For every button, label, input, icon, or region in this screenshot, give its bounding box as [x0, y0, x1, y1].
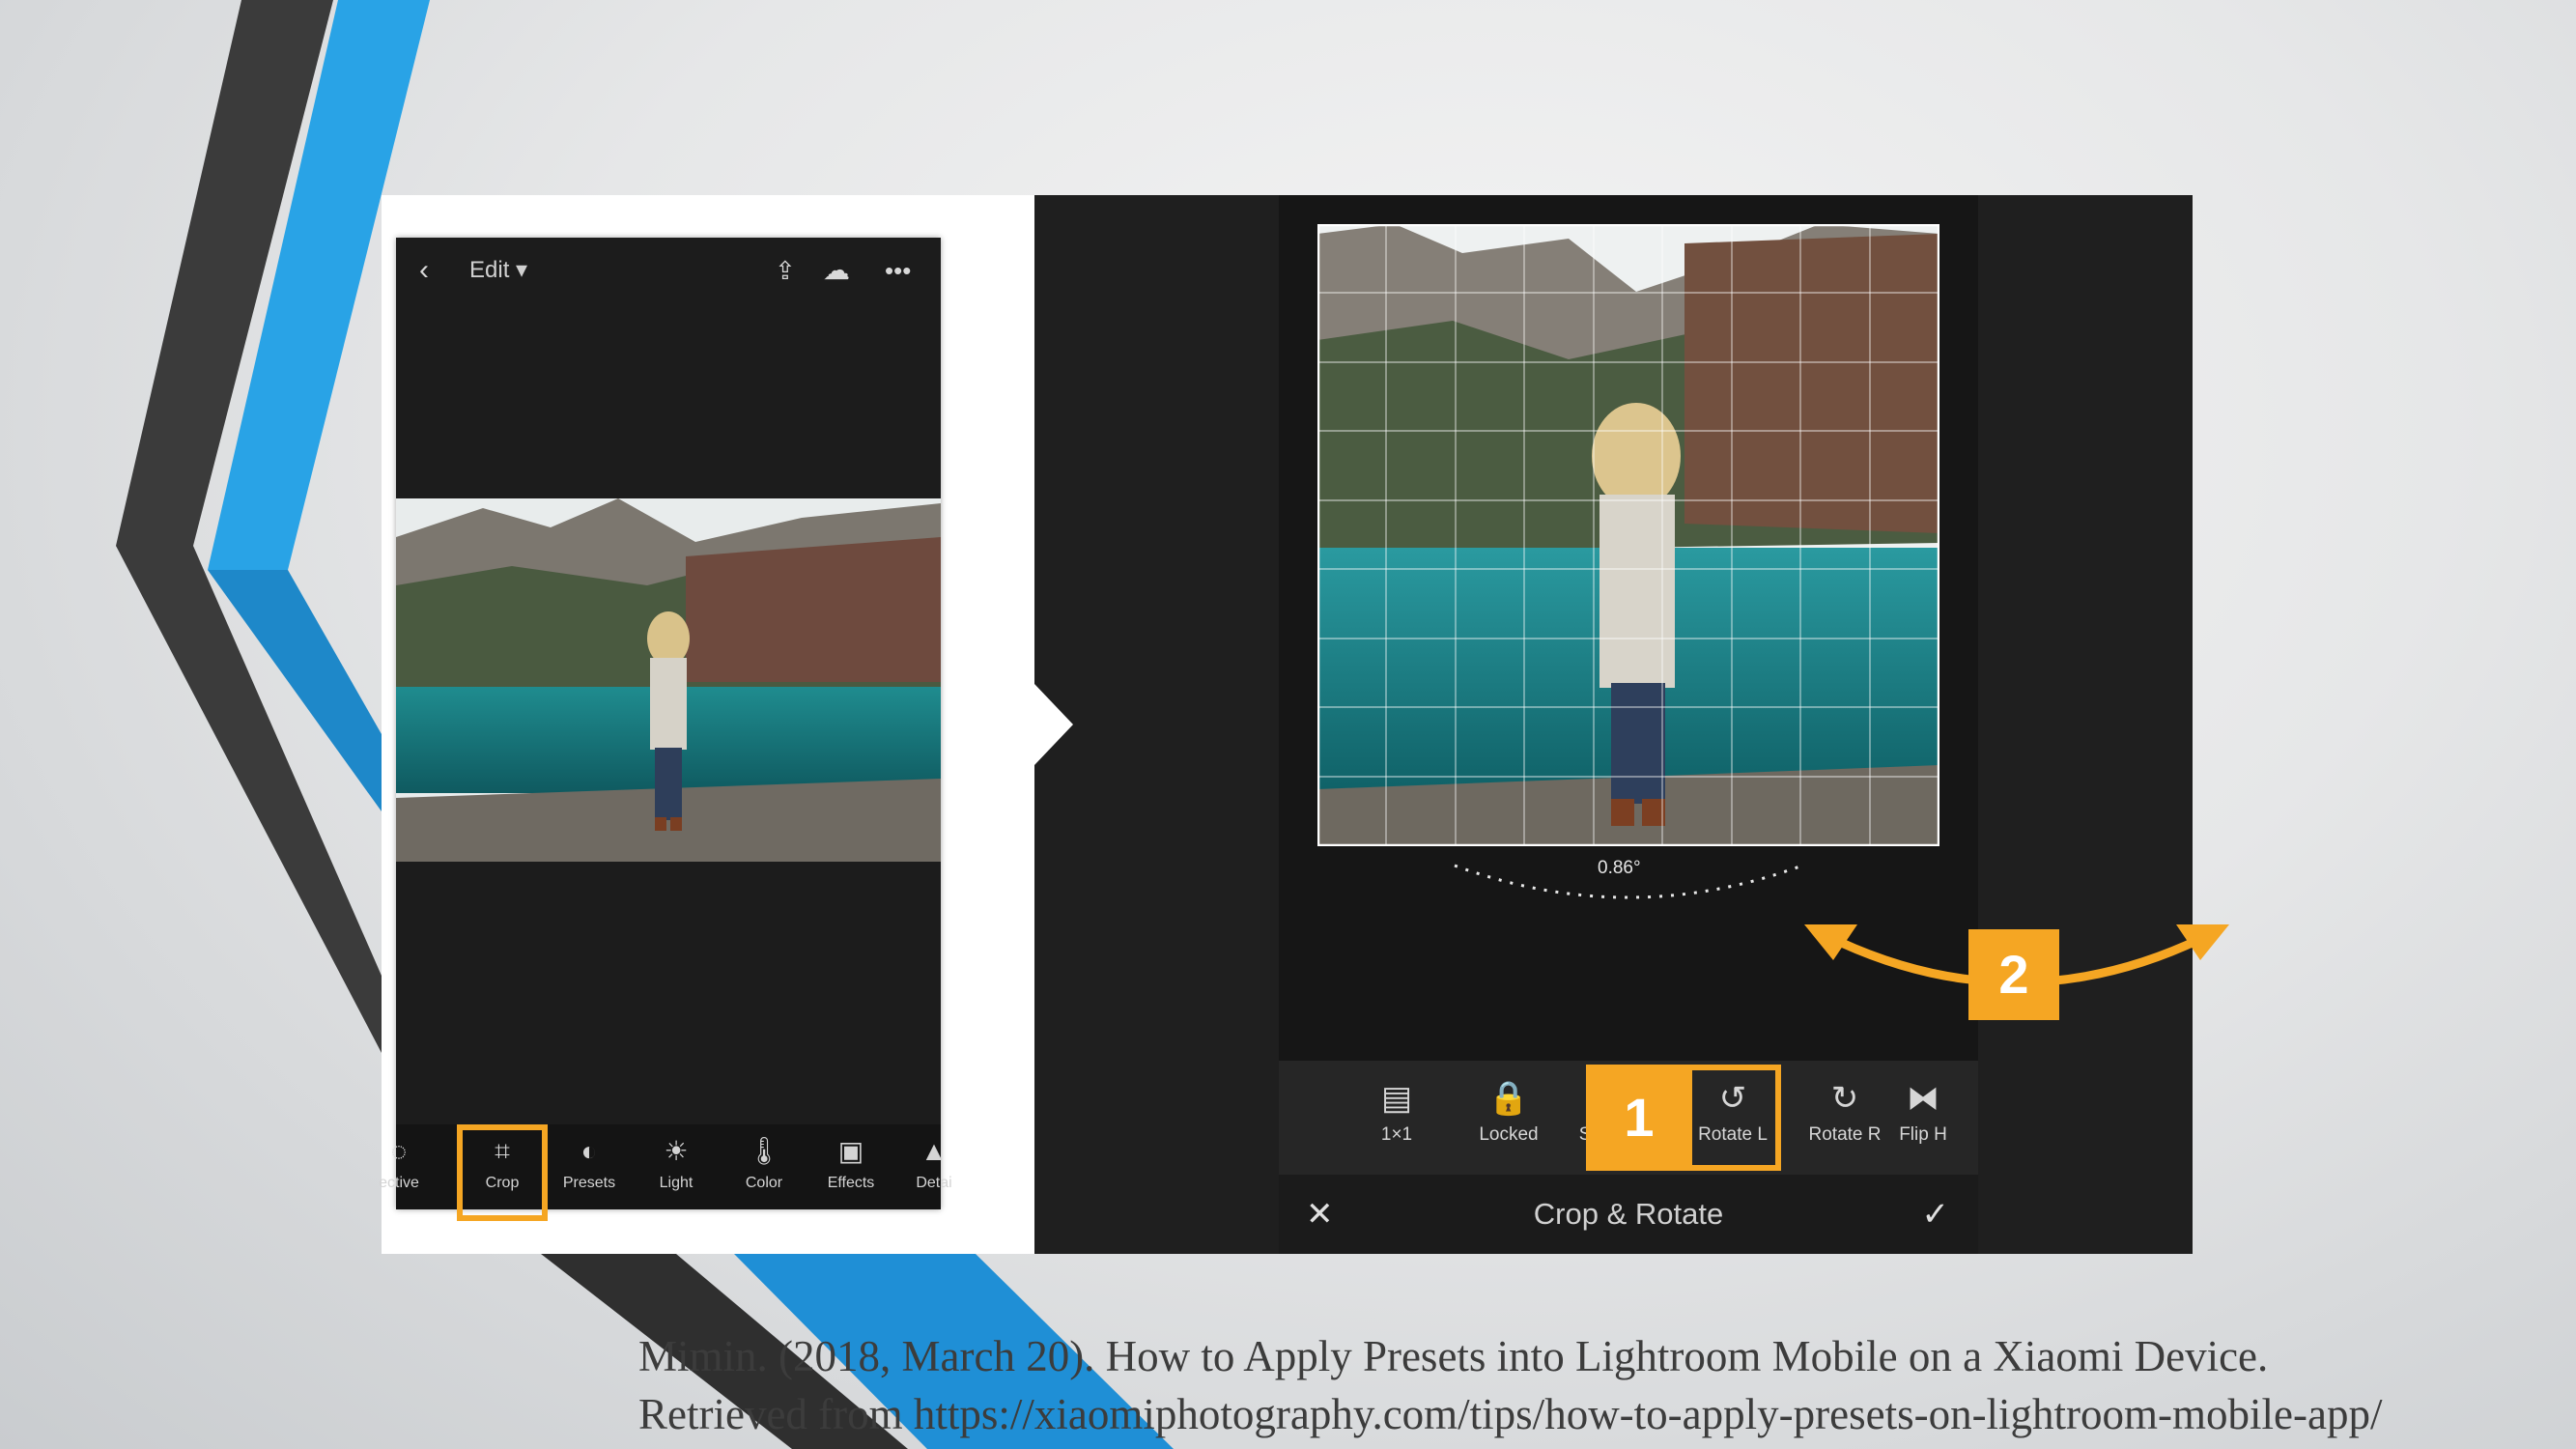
- lock-icon: 🔒: [1487, 1080, 1530, 1117]
- tool-label: Locked: [1479, 1124, 1539, 1145]
- tool-presets[interactable]: ◐ Presets: [546, 1124, 633, 1209]
- flip-horizontal-icon: ⧓: [1907, 1080, 1939, 1117]
- left-panel: ‹ Edit ▾ ⇪ ☁ ••• ◌ ective ⌗ Crop ◐ Prese…: [379, 195, 1034, 1254]
- lightroom-figure: ‹ Edit ▾ ⇪ ☁ ••• ◌ ective ⌗ Crop ◐ Prese…: [379, 195, 2229, 1254]
- tool-flip-h[interactable]: ⧓ Flip H: [1868, 1061, 1978, 1175]
- tool-label: 1×1: [1380, 1124, 1413, 1145]
- chevron-left-icon[interactable]: ‹: [419, 238, 429, 303]
- tool-label: Presets: [562, 1175, 616, 1191]
- cloud-sync-icon[interactable]: ☁: [823, 238, 850, 303]
- phone-screen: ‹ Edit ▾ ⇪ ☁ ••• ◌ ective ⌗ Crop ◐ Prese…: [379, 238, 952, 1221]
- straighten-dial[interactable]: [1453, 862, 1804, 920]
- tool-locked[interactable]: 🔒 Locked: [1453, 1061, 1565, 1175]
- edit-menu[interactable]: Edit ▾: [469, 238, 527, 303]
- phone-top-bar: ‹ Edit ▾ ⇪ ☁ •••: [396, 238, 941, 303]
- crop-rotate-title: Crop & Rotate: [1533, 1197, 1724, 1231]
- tool-light[interactable]: ☀ Light: [633, 1124, 720, 1209]
- check-icon[interactable]: ✓: [1922, 1175, 1950, 1254]
- tool-label: Color: [745, 1175, 783, 1191]
- color-icon: 🌡: [747, 1136, 781, 1166]
- light-icon: ☀: [664, 1136, 689, 1166]
- crop-highlight-box: [457, 1124, 548, 1221]
- tool-label: Flip H: [1899, 1124, 1947, 1145]
- citation-line-1: Mimin. (2018, March 20). How to Apply Pr…: [638, 1332, 2269, 1380]
- selective-icon: ◌: [390, 1136, 408, 1166]
- effects-icon: ▣: [837, 1136, 864, 1166]
- tool-aspect-1x1[interactable]: ▤ 1×1: [1341, 1061, 1453, 1175]
- more-icon[interactable]: •••: [885, 238, 911, 303]
- aspect-highlight-box: [1675, 1065, 1781, 1171]
- tool-label: Effects: [827, 1175, 875, 1191]
- presets-icon: ◐: [580, 1136, 598, 1166]
- photo-preview: [396, 498, 941, 862]
- tool-label: Detai: [916, 1175, 952, 1191]
- aspect-ratio-icon: ▤: [1380, 1080, 1413, 1117]
- crop-bottom-bar: Crop & Rotate ✕ ✓: [1279, 1175, 1978, 1254]
- tool-selective[interactable]: ◌ ective: [355, 1124, 442, 1209]
- tool-label: ective: [379, 1175, 419, 1191]
- step-2-badge: 2: [1968, 929, 2059, 1020]
- detail-icon: ▲: [920, 1136, 948, 1166]
- tool-effects[interactable]: ▣ Effects: [807, 1124, 894, 1209]
- share-icon[interactable]: ⇪: [775, 238, 796, 303]
- tool-color[interactable]: 🌡 Color: [721, 1124, 807, 1209]
- pointer-wedge: [1034, 684, 1073, 765]
- close-icon[interactable]: ✕: [1306, 1175, 1334, 1254]
- tool-label: Light: [659, 1175, 694, 1191]
- crop-photo[interactable]: [1317, 224, 1939, 846]
- tool-detail[interactable]: ▲ Detai: [891, 1124, 977, 1209]
- citation-line-2: Retrieved from https://xiaomiphotography…: [638, 1390, 2383, 1438]
- phone-toolbar: ◌ ective ⌗ Crop ◐ Presets ☀ Light 🌡 Color ▣ Ef…: [379, 1124, 952, 1221]
